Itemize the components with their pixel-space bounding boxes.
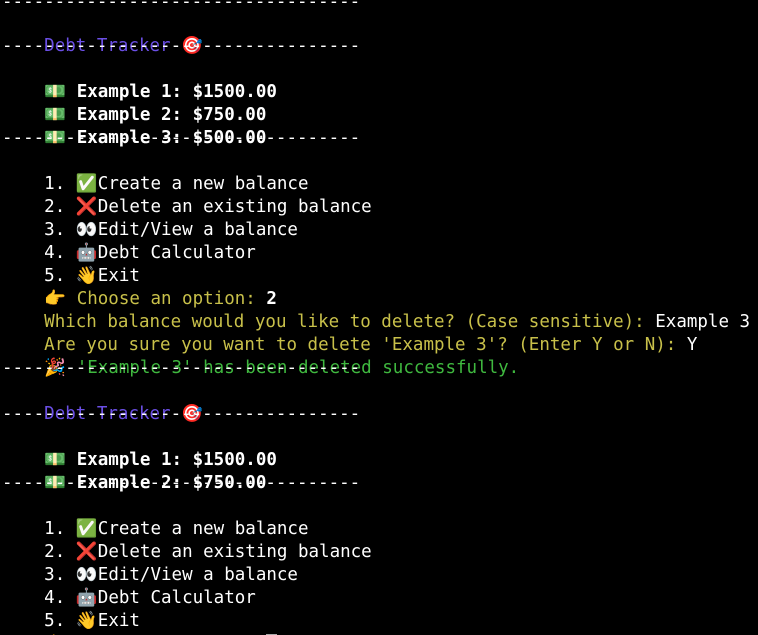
menu-item-exit: 5. 👋Exit — [2, 587, 140, 631]
menu-item-edit: 3. 👀Edit/View a balance — [2, 541, 298, 585]
separator-line: ---------------------------------- — [2, 128, 361, 148]
separator-line: ---------------------------------- — [2, 404, 361, 424]
delete-question-row: Which balance would you like to delete? … — [2, 288, 750, 332]
separator-line: ---------------------------------- — [2, 473, 361, 493]
success-message-row: 🎉 'Example 3' has been deleted successfu… — [2, 334, 519, 378]
app-title-row: Debt Tracker 🎯 — [2, 12, 203, 56]
confirm-question-row: Are you sure you want to delete 'Example… — [2, 311, 697, 355]
balance-row: 💵 Example 3: $500.00 — [2, 104, 266, 148]
option-prompt: 👉 Choose an option: 2 — [2, 265, 277, 309]
menu-item-delete: 2. ❌Delete an existing balance — [2, 173, 372, 217]
menu-item-exit: 5. 👋Exit — [2, 242, 140, 286]
terminal-window[interactable]: ---------------------------------- Debt … — [0, 0, 758, 635]
separator-line: ---------------------------------- — [2, 36, 361, 56]
app-title-row: Debt Tracker 🎯 — [2, 380, 203, 424]
balance-row: 💵 Example 1: $1500.00 — [2, 426, 277, 470]
menu-item-calculator: 4. 🤖Debt Calculator — [2, 219, 256, 263]
menu-item-create: 1. ✅Create a new balance — [2, 495, 308, 539]
menu-item-create: 1. ✅Create a new balance — [2, 150, 308, 194]
menu-item-edit: 3. 👀Edit/View a balance — [2, 196, 298, 240]
menu-item-calculator: 4. 🤖Debt Calculator — [2, 564, 256, 608]
option-prompt[interactable]: 👉 Choose an option: — [2, 610, 278, 635]
balance-row: 💵 Example 2: $750.00 — [2, 449, 266, 493]
confirm-answer: Y — [686, 335, 698, 355]
menu-item-delete: 2. ❌Delete an existing balance — [2, 518, 372, 562]
balance-row: 💵 Example 1: $1500.00 — [2, 58, 277, 102]
separator-line: ---------------------------------- — [2, 358, 361, 378]
balance-row: 💵 Example 2: $750.00 — [2, 81, 266, 125]
